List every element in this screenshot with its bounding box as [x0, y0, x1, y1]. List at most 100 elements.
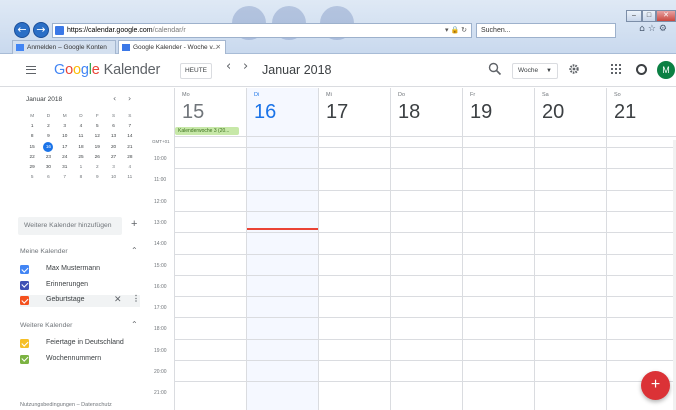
mini-day-cell[interactable]: 18 — [73, 142, 89, 152]
hour-gridline — [174, 253, 676, 255]
day-number[interactable]: 17 — [326, 101, 348, 124]
remove-calendar-icon[interactable]: ✕ — [114, 294, 122, 305]
mini-day-cell[interactable]: 30 — [40, 162, 56, 172]
mini-day-cell[interactable]: 31 — [57, 162, 73, 172]
mini-day-cell[interactable]: 19 — [89, 142, 105, 152]
browser-search-input[interactable]: Suchen... — [476, 23, 616, 38]
notifications-icon[interactable] — [636, 64, 647, 75]
day-header[interactable]: Do 18 — [390, 88, 462, 134]
mini-day-cell[interactable]: 26 — [89, 152, 105, 162]
main-menu-icon[interactable] — [26, 66, 36, 74]
calendar-checkbox[interactable] — [20, 354, 29, 364]
apps-grid-icon[interactable] — [611, 64, 621, 74]
mini-day-cell[interactable]: 11 — [122, 172, 138, 182]
add-calendar-plus-icon[interactable]: + — [131, 218, 137, 230]
mini-day-cell[interactable]: 15 — [24, 142, 40, 152]
mini-day-cell[interactable]: 4 — [122, 162, 138, 172]
mini-day-cell[interactable]: 1 — [24, 121, 40, 131]
mini-day-cell[interactable]: 10 — [57, 131, 73, 141]
collapse-chevron-icon[interactable]: ⌃ — [131, 246, 138, 255]
mini-day-cell[interactable]: 14 — [122, 131, 138, 141]
close-window-button[interactable]: ✕ — [656, 10, 676, 22]
mini-day-cell[interactable]: 17 — [57, 142, 73, 152]
tab-google-accounts[interactable]: Anmelden – Google Konten — [12, 40, 116, 54]
calendar-checkbox[interactable] — [20, 265, 29, 274]
footer-links[interactable]: Nutzungsbedingungen – Datenschutz — [20, 402, 112, 408]
mini-day-cell[interactable]: 20 — [105, 142, 121, 152]
calendar-item[interactable]: Wochennummern — [20, 354, 140, 366]
day-header[interactable]: Fr 19 — [462, 88, 534, 134]
view-selector[interactable]: Woche ▼ — [512, 63, 558, 79]
mini-day-cell[interactable]: 4 — [73, 121, 89, 131]
back-button[interactable]: ← — [14, 22, 30, 38]
address-bar[interactable]: https://calendar.google.com/calendar/r ▾… — [52, 23, 472, 38]
mini-prev-month-icon[interactable]: ‹ — [113, 94, 116, 103]
mini-day-cell[interactable]: 3 — [57, 121, 73, 131]
mini-day-cell[interactable]: 5 — [24, 172, 40, 182]
day-header[interactable]: So 21 — [606, 88, 676, 134]
mini-day-cell[interactable]: 7 — [122, 121, 138, 131]
mini-day-cell[interactable]: 5 — [89, 121, 105, 131]
user-avatar[interactable]: M — [657, 61, 675, 79]
calendar-item[interactable]: Erinnerungen — [20, 280, 140, 292]
mini-day-cell[interactable]: 25 — [73, 152, 89, 162]
calendar-checkbox[interactable] — [20, 280, 29, 290]
mini-day-cell[interactable]: 8 — [24, 131, 40, 141]
mini-day-cell[interactable]: 9 — [40, 131, 56, 141]
mini-day-cell[interactable]: 9 — [89, 172, 105, 182]
day-number[interactable]: 15 — [182, 101, 204, 124]
mini-day-cell[interactable]: 22 — [24, 152, 40, 162]
mini-day-cell[interactable]: 27 — [105, 152, 121, 162]
mini-day-cell[interactable]: 24 — [57, 152, 73, 162]
mini-day-cell[interactable]: 21 — [122, 142, 138, 152]
google-calendar-logo[interactable]: Google Kalender — [54, 62, 160, 78]
tab-google-calendar[interactable]: Google Kalender - Woche v... ✕ — [118, 40, 226, 54]
mini-day-cell[interactable]: 7 — [57, 172, 73, 182]
minimize-button[interactable]: – — [626, 10, 642, 22]
day-number[interactable]: 19 — [470, 101, 492, 124]
mini-day-cell[interactable]: 2 — [89, 162, 105, 172]
mini-day-cell[interactable]: 2 — [40, 121, 56, 131]
today-button[interactable]: HEUTE — [180, 63, 212, 79]
mini-day-cell[interactable]: 1 — [73, 162, 89, 172]
mini-day-cell[interactable]: 10 — [105, 172, 121, 182]
more-options-icon[interactable]: ⋮ — [132, 294, 140, 303]
calendar-checkbox[interactable] — [20, 339, 29, 348]
mini-day-cell[interactable]: 6 — [105, 121, 121, 131]
create-event-button[interactable]: + — [641, 371, 670, 400]
mini-day-cell[interactable]: 13 — [105, 131, 121, 141]
calendar-item[interactable]: Feiertage in Deutschland — [20, 338, 140, 350]
settings-gear-icon[interactable] — [568, 63, 580, 75]
calendar-checkbox[interactable] — [20, 296, 29, 305]
day-header[interactable]: Di 16 — [246, 88, 318, 134]
day-number[interactable]: 18 — [398, 101, 420, 124]
lock-refresh-icon[interactable]: ▾ 🔒 ↻ — [445, 24, 467, 37]
day-number[interactable]: 16 — [254, 101, 276, 124]
next-week-button[interactable]: › — [243, 59, 248, 74]
mini-day-cell[interactable]: 16 — [43, 141, 54, 152]
add-calendar-input[interactable]: Weitere Kalender hinzufügen — [18, 217, 122, 235]
tab-close-icon[interactable]: ✕ — [216, 41, 221, 54]
day-number[interactable]: 21 — [614, 101, 636, 124]
mini-day-cell[interactable]: 11 — [73, 131, 89, 141]
day-number[interactable]: 20 — [542, 101, 564, 124]
toolbar-icons[interactable]: ⌂☆⚙ — [639, 24, 670, 34]
mini-day-cell[interactable]: 23 — [40, 152, 56, 162]
mini-day-cell[interactable]: 28 — [122, 152, 138, 162]
day-header[interactable]: Mi 17 — [318, 88, 390, 134]
mini-day-cell[interactable]: 8 — [73, 172, 89, 182]
prev-week-button[interactable]: ‹ — [226, 59, 231, 74]
maximize-button[interactable]: □ — [642, 10, 656, 22]
mini-day-cell[interactable]: 3 — [105, 162, 121, 172]
mini-day-cell[interactable]: 12 — [89, 131, 105, 141]
collapse-chevron-icon[interactable]: ⌃ — [131, 320, 138, 329]
mini-next-month-icon[interactable]: › — [128, 94, 131, 103]
forward-button[interactable]: → — [33, 22, 49, 38]
day-header[interactable]: Sa 20 — [534, 88, 606, 134]
calendar-item[interactable]: Max Mustermann — [20, 264, 140, 276]
calendar-item[interactable]: Geburtstage ✕ ⋮ — [20, 294, 140, 307]
mini-day-cell[interactable]: 29 — [24, 162, 40, 172]
search-icon[interactable] — [488, 62, 502, 76]
day-header[interactable]: Mo 15 — [174, 88, 246, 134]
mini-day-cell[interactable]: 6 — [40, 172, 56, 182]
